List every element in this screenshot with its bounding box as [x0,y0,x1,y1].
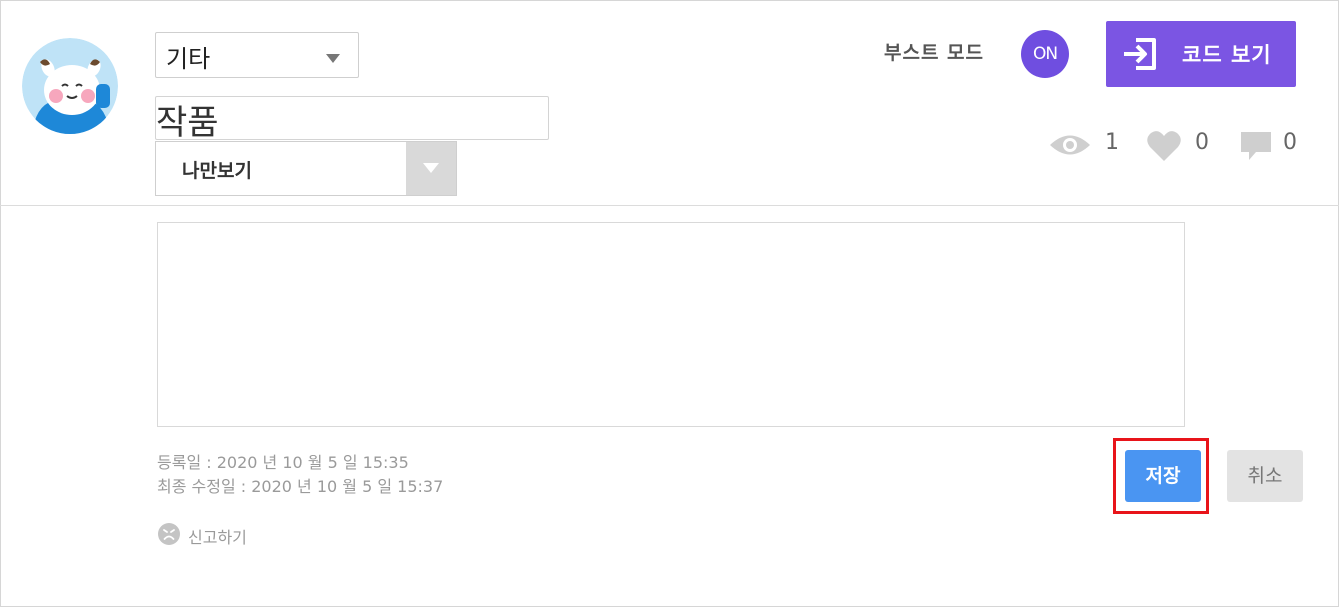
category-select[interactable]: 기타 [155,32,359,78]
enter-code-icon [1124,38,1156,70]
save-button[interactable]: 저장 [1125,450,1201,502]
likes-stat[interactable]: 0 [1146,128,1216,162]
report-sad-face-icon [158,523,180,545]
avatar[interactable] [22,38,118,134]
likes-count: 0 [1195,130,1209,155]
date-info: 등록일 : 2020 년 10 월 5 일 15:35 최종 수정일 : 202… [157,451,443,499]
title-input[interactable]: 작품 [155,96,549,143]
title-input-value: 작품 [156,103,219,143]
code-view-button[interactable]: 코드 보기 [1106,21,1296,87]
eye-icon [1050,135,1090,155]
heart-icon [1147,131,1181,161]
cancel-button[interactable]: 취소 [1227,450,1303,502]
comment-icon [1241,132,1271,160]
modified-date: 최종 수정일 : 2020 년 10 월 5 일 15:37 [157,477,444,496]
views-stat: 1 [1048,128,1119,162]
description-textarea[interactable] [157,222,1185,427]
category-select-value: 기타 [166,45,211,73]
visibility-dropdown-toggle[interactable] [406,142,456,195]
chevron-down-icon [423,163,439,173]
registered-date: 등록일 : 2020 년 10 월 5 일 15:35 [157,453,409,472]
views-count: 1 [1105,130,1119,155]
boost-mode-label: 부스트 모드 [884,42,985,64]
comments-count: 0 [1283,130,1297,155]
report-label: 신고하기 [188,528,247,547]
comments-stat[interactable]: 0 [1240,128,1300,162]
boost-mode-toggle[interactable]: ON [1021,30,1069,78]
visibility-select[interactable]: 나만보기 [155,141,457,196]
mascot-avatar-icon [22,38,118,134]
code-view-label: 코드 보기 [1182,43,1272,67]
header-divider [0,205,1339,206]
visibility-select-value: 나만보기 [182,160,252,182]
chevron-down-icon [326,54,340,63]
